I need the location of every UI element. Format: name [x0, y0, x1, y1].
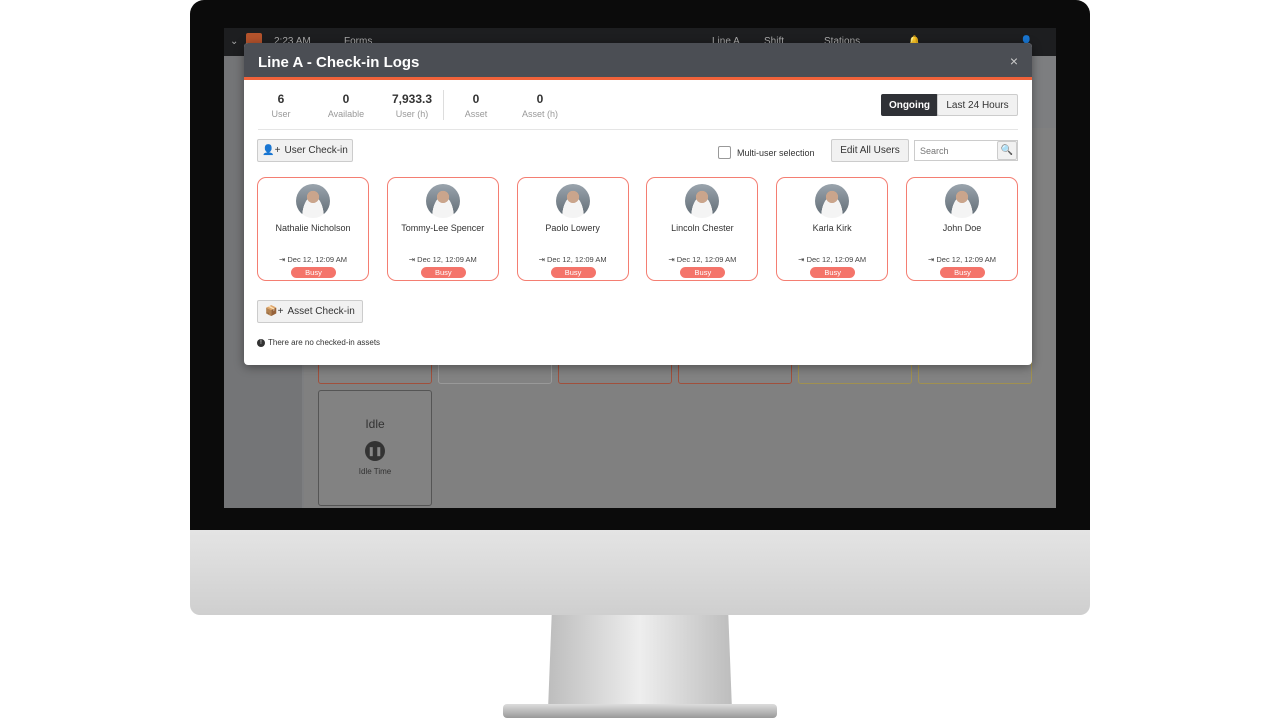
modal-header: Line A - Check-in Logs × — [244, 43, 1032, 80]
sign-in-icon: ⇥ — [408, 255, 416, 264]
tab-ongoing[interactable]: Ongoing — [881, 94, 938, 116]
stat-available: 0 Available — [327, 92, 365, 119]
tab-last-24-hours[interactable]: Last 24 Hours — [937, 94, 1018, 116]
user-card[interactable]: Tommy-Lee Spencer ⇥ Dec 12, 12:09 AM Bus… — [386, 177, 499, 281]
status-badge: Busy — [810, 267, 856, 278]
divider — [443, 90, 444, 120]
idle-station-card[interactable]: Idle ❚❚ Idle Time — [318, 390, 432, 506]
monitor-stand — [548, 615, 732, 710]
user-card[interactable]: Lincoln Chester ⇥ Dec 12, 12:09 AM Busy — [646, 177, 759, 281]
status-badge: Busy — [550, 267, 596, 278]
user-checkin-button[interactable]: 👤+ User Check-in — [257, 139, 353, 162]
message-text: There are no checked-in assets — [268, 338, 381, 347]
search-icon[interactable]: 🔍 — [997, 141, 1017, 160]
time-text: Dec 12, 12:09 AM — [546, 255, 607, 264]
time-text: Dec 12, 12:09 AM — [417, 255, 477, 264]
user-card[interactable]: Paolo Lowery ⇥ Dec 12, 12:09 AM Busy — [516, 177, 629, 281]
sign-in-icon: ⇥ — [278, 255, 286, 264]
stat-user: 6 User — [271, 92, 291, 119]
time-text: Dec 12, 12:09 AM — [806, 255, 867, 264]
avatar — [425, 184, 460, 218]
stat-asset: 0 Asset — [464, 92, 488, 119]
user-name: Karla Kirk — [812, 223, 852, 233]
user-name: Paolo Lowery — [545, 223, 600, 233]
checkin-time: ⇥ Dec 12, 12:09 AM — [388, 255, 498, 264]
avatar — [296, 184, 330, 218]
checkin-time: ⇥ Dec 12, 12:09 AM — [777, 255, 887, 264]
stat-user-hours: 7,933.3 User (h) — [391, 92, 433, 119]
divider — [258, 129, 1018, 130]
checkin-time: ⇥ Dec 12, 12:09 AM — [647, 255, 757, 264]
idle-title: Idle — [365, 417, 385, 431]
button-label: Asset Check-in — [287, 306, 355, 317]
monitor-base — [503, 704, 777, 718]
pause-icon: ❚❚ — [365, 441, 385, 461]
sign-in-icon: ⇥ — [538, 255, 545, 264]
monitor-chin — [190, 530, 1090, 615]
info-icon: ! — [257, 338, 265, 347]
user-card[interactable]: Nathalie Nicholson ⇥ Dec 12, 12:09 AM Bu… — [257, 177, 369, 281]
avatar — [555, 184, 590, 218]
checkin-time: ⇥ Dec 12, 12:09 AM — [518, 255, 628, 264]
user-name: Tommy-Lee Spencer — [401, 223, 485, 233]
time-text: Dec 12, 12:09 AM — [936, 255, 996, 264]
asset-checkin-button[interactable]: 📦+ Asset Check-in — [257, 300, 363, 323]
status-badge: Busy — [291, 267, 336, 278]
user-card[interactable]: John Doe ⇥ Dec 12, 12:09 AM Busy — [906, 177, 1018, 281]
no-assets-message: ! There are no checked-in assets — [257, 338, 380, 347]
checkin-time: ⇥ Dec 12, 12:09 AM — [258, 255, 368, 264]
user-name: John Doe — [942, 223, 982, 233]
box-plus-icon: 📦+ — [265, 306, 284, 317]
stat-asset-hours: 0 Asset (h) — [521, 92, 558, 119]
status-badge: Busy — [420, 267, 466, 278]
user-plus-icon: 👤+ — [262, 145, 281, 156]
chevron-down-icon[interactable]: ⌄ — [230, 36, 238, 47]
sign-in-icon: ⇥ — [798, 255, 805, 264]
multi-user-label: Multi-user selection — [737, 148, 815, 158]
button-label: User Check-in — [284, 145, 348, 156]
checkin-logs-modal: Line A - Check-in Logs × 6 User 0 Availabl… — [244, 43, 1032, 365]
time-text: Dec 12, 12:09 AM — [287, 255, 347, 264]
idle-label: Idle Time — [358, 467, 392, 476]
sign-in-icon: ⇥ — [668, 255, 675, 264]
modal-title: Line A - Check-in Logs — [258, 54, 420, 71]
avatar — [945, 184, 979, 218]
checkin-time: ⇥ Dec 12, 12:09 AM — [907, 255, 1017, 264]
user-name: Lincoln Chester — [671, 223, 734, 233]
status-badge: Busy — [940, 267, 985, 278]
multi-user-checkbox[interactable] — [718, 146, 731, 159]
close-icon[interactable]: × — [1010, 53, 1018, 69]
sign-in-icon: ⇥ — [927, 255, 935, 264]
avatar — [815, 184, 850, 218]
time-text: Dec 12, 12:09 AM — [676, 255, 737, 264]
status-badge: Busy — [680, 267, 726, 278]
edit-all-users-button[interactable]: Edit All Users — [831, 139, 909, 162]
user-card[interactable]: Karla Kirk ⇥ Dec 12, 12:09 AM Busy — [776, 177, 889, 281]
avatar — [685, 184, 720, 218]
user-name: Nathalie Nicholson — [275, 223, 351, 233]
